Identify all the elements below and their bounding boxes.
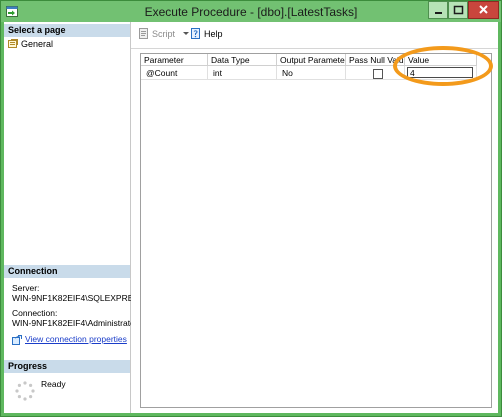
connection-properties-icon [12,335,22,345]
column-header-value: Value [405,54,477,66]
column-header-pass-null-value: Pass Null Value [346,54,405,66]
close-button[interactable] [468,1,499,19]
maximize-button[interactable] [448,1,468,19]
server-value: WIN-9NF1K82EIF4\SQLEXPRES [12,293,140,303]
script-label: Script [152,28,176,39]
left-pane: Select a page General Connection Server:… [4,22,139,413]
progress-header: Progress [4,360,130,373]
minimize-icon [435,12,442,14]
script-button[interactable]: Script [138,28,191,39]
page-item-label: General [21,38,54,49]
progress-status: Ready [41,379,66,389]
page-item-general[interactable]: General [8,38,53,49]
help-button[interactable]: Help [190,28,223,39]
close-icon [479,5,488,14]
cell-value [405,66,477,80]
cell-data-type[interactable]: int [208,66,277,80]
connection-value: WIN-9NF1K82EIF4\Administrator [12,318,138,328]
help-label: Help [204,28,223,39]
cell-parameter[interactable]: @Count [141,66,208,80]
value-input[interactable] [407,67,473,78]
cell-output-parameter[interactable]: No [277,66,346,80]
column-header-data-type: Data Type [208,54,277,66]
help-icon [191,28,200,39]
script-icon [139,28,148,39]
window-title: Execute Procedure - [dbo].[LatestTasks] [144,5,358,19]
title-bar[interactable]: Execute Procedure - [dbo].[LatestTasks] [1,1,501,22]
right-pane: Script Help Parameter Data Type Output P… [131,22,498,413]
maximize-icon [453,5,464,15]
select-page-header: Select a page [4,24,130,37]
parameters-grid: Parameter Data Type Output Parameter Pas… [140,53,492,408]
toolbar: Script Help [131,22,498,49]
page-icon [8,39,18,48]
dialog-client-area: Select a page General Connection Server:… [4,22,498,413]
column-header-output-parameter: Output Parameter [277,54,346,66]
pass-null-checkbox[interactable] [373,69,383,79]
connection-header: Connection [4,265,130,278]
progress-spinner-icon [15,381,35,401]
column-header-parameter: Parameter [141,54,208,66]
minimize-button[interactable] [428,1,448,19]
view-connection-properties-link[interactable]: View connection properties [25,334,127,345]
grid-header-row: Parameter Data Type Output Parameter Pas… [141,54,477,66]
table-row: @Count int No [141,66,477,80]
cell-pass-null-value [346,66,405,80]
execute-procedure-window: Execute Procedure - [dbo].[LatestTasks] … [0,0,502,417]
